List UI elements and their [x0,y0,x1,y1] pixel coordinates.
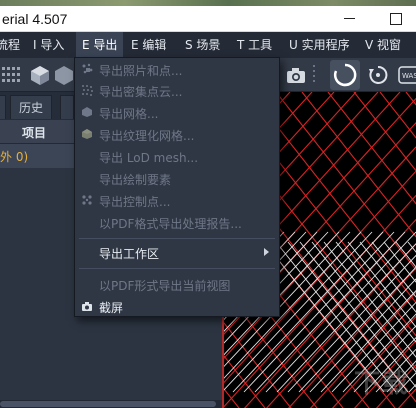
wasd-label: WAS [402,72,416,80]
screenshot-item[interactable]: 截屏 [75,296,279,316]
grid-icon[interactable] [0,63,24,87]
control-points-icon [82,195,92,205]
tree-row-label: 外 0) [0,150,29,164]
export-mesh-label: 导出网格... [99,107,159,121]
tab-next-partial[interactable] [60,95,74,119]
export-dropdown-menu: 导出照片和点... 导出密集点云... 导出网格... 导出纹理化网格... 导… [74,57,280,317]
export-pdf-report-item[interactable]: 以PDF格式导出处理报告... [75,212,279,232]
menu-utilities-label: U 实用程序 [289,38,350,52]
export-dense-cloud-label: 导出密集点云... [99,85,183,99]
export-mesh-item[interactable]: 导出网格... [75,102,279,122]
export-photos-points-label: 导出照片和点... [99,64,183,78]
minimize-icon[interactable] [340,9,358,27]
menu-import[interactable]: I 导入 [28,32,69,58]
export-workspace-label: 导出工作区 [99,247,160,261]
scrollbar-thumb[interactable] [0,401,216,407]
export-textured-mesh-item[interactable]: 导出纹理化网格... [75,124,279,144]
mesh-icon [82,107,92,117]
menu-tools-label: T 工具 [237,38,273,52]
export-draw-features-item[interactable]: 导出绘制要素 [75,168,279,188]
tab-history[interactable]: 历史 [10,95,53,119]
tab-history-label: 历史 [19,101,44,115]
camera-icon[interactable] [284,63,308,87]
watermark-logo: 下载 [353,369,410,399]
export-dense-cloud-item[interactable]: 导出密集点云... [75,80,279,100]
cube-partial-icon[interactable] [54,63,74,87]
menu-bar: 流程 I 导入 E 导出 E 编辑 S 场景 T 工具 U 实用程序 V 视窗 [0,32,416,58]
menu-view-label: V 视窗 [365,38,402,52]
menu-edit[interactable]: E 编辑 [126,32,171,58]
menu-scene-label: S 场景 [185,38,221,52]
export-pdf-view-label: 以PDF形式导出当前视图 [99,279,231,293]
window-title: erial 4.507 [2,11,68,27]
export-photos-points-item[interactable]: 导出照片和点... [75,59,279,79]
horizontal-scrollbar[interactable] [0,400,222,408]
wasd-icon[interactable]: WAS [398,63,416,87]
menu-workflow-label: 流程 [0,38,21,52]
menu-export-label: E 导出 [82,38,118,52]
tab-partial[interactable] [0,95,6,119]
menu-separator [79,268,275,269]
menu-edit-label: E 编辑 [131,38,167,52]
maximize-icon[interactable] [386,9,404,27]
export-textured-mesh-label: 导出纹理化网格... [99,129,195,143]
menu-separator [79,238,275,239]
export-lod-mesh-item[interactable]: 导出 LoD mesh... [75,146,279,166]
textured-mesh-icon [82,129,92,139]
menu-view[interactable]: V 视窗 [360,32,406,58]
export-draw-features-label: 导出绘制要素 [99,173,172,187]
menu-utilities[interactable]: U 实用程序 [284,32,355,58]
submenu-arrow-icon [264,248,269,256]
refresh-icon[interactable] [366,63,390,87]
export-workspace-item[interactable]: 导出工作区 [75,242,279,262]
cube-icon[interactable] [28,63,52,87]
project-panel-title: 项目 [22,126,47,140]
menu-export[interactable]: E 导出 [76,32,124,58]
export-pdf-view-item[interactable]: 以PDF形式导出当前视图 [75,274,279,294]
photo-points-icon [82,63,93,74]
menu-import-label: I 导入 [33,38,65,52]
export-control-points-item[interactable]: 导出控制点... [75,190,279,210]
export-pdf-report-label: 以PDF格式导出处理报告... [99,217,242,231]
menu-scene[interactable]: S 场景 [180,32,225,58]
screenshot-label: 截屏 [99,301,124,315]
export-lod-mesh-label: 导出 LoD mesh... [99,151,199,165]
title-bar: erial 4.507 [0,6,416,32]
camera-icon [82,302,92,311]
export-control-points-label: 导出控制点... [99,195,171,209]
dense-cloud-icon [82,85,93,96]
menu-workflow[interactable]: 流程 [0,32,26,58]
rotate-icon[interactable] [330,60,360,90]
menu-tools[interactable]: T 工具 [232,32,277,58]
toolbar-separator [312,63,316,87]
